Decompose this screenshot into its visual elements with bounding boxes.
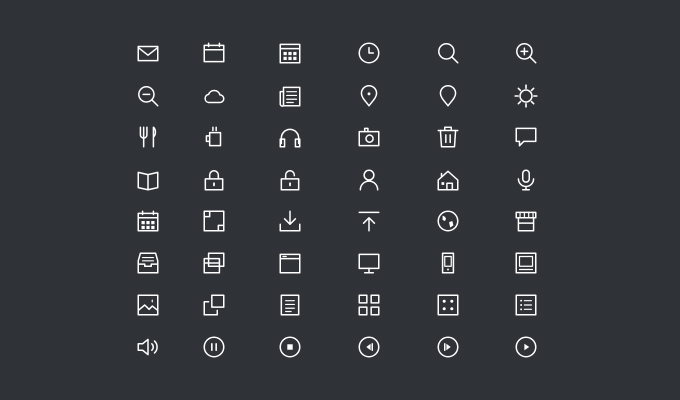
search-icon xyxy=(435,40,461,66)
browser-icon xyxy=(277,250,303,276)
zoom-out-icon xyxy=(135,83,161,109)
mobile-icon xyxy=(435,250,461,276)
user-icon xyxy=(356,167,382,193)
lock-icon xyxy=(201,167,227,193)
monitor-icon xyxy=(356,250,382,276)
coffee-mug-icon xyxy=(201,124,227,150)
download-icon xyxy=(277,208,303,234)
home-icon xyxy=(435,167,461,193)
book-icon xyxy=(135,167,161,193)
browser-window-icon xyxy=(201,40,227,66)
pause-icon xyxy=(201,334,227,360)
headphones-icon xyxy=(277,124,303,150)
tablet-icon xyxy=(513,250,539,276)
map-pin-icon xyxy=(356,83,382,109)
calendar-grid-icon xyxy=(277,40,303,66)
settings-icon xyxy=(513,83,539,109)
microphone-icon xyxy=(513,167,539,193)
location-pin-icon xyxy=(435,83,461,109)
icon-sheet xyxy=(0,0,680,400)
crop-icon xyxy=(201,208,227,234)
upload-icon xyxy=(356,208,382,234)
play-icon xyxy=(513,334,539,360)
cloud-icon xyxy=(201,83,227,109)
volume-icon xyxy=(135,334,161,360)
unlock-icon xyxy=(277,167,303,193)
trash-icon xyxy=(435,124,461,150)
dice-icon xyxy=(435,292,461,318)
fork-knife-icon xyxy=(135,124,161,150)
store-icon xyxy=(513,208,539,234)
calendar-icon xyxy=(135,208,161,234)
globe-icon xyxy=(435,208,461,234)
copy-icon xyxy=(201,292,227,318)
zoom-in-icon xyxy=(513,40,539,66)
rewind-icon xyxy=(356,334,382,360)
newspaper-icon xyxy=(277,83,303,109)
stop-icon xyxy=(277,334,303,360)
image-icon xyxy=(135,292,161,318)
camera-icon xyxy=(356,124,382,150)
list-icon xyxy=(513,292,539,318)
chat-bubble-icon xyxy=(513,124,539,150)
mail-icon xyxy=(135,40,161,66)
fast-forward-icon xyxy=(435,334,461,360)
clock-icon xyxy=(356,40,382,66)
document-icon xyxy=(277,292,303,318)
windows-icon xyxy=(201,250,227,276)
inbox-icon xyxy=(135,250,161,276)
grid-icon xyxy=(356,292,382,318)
